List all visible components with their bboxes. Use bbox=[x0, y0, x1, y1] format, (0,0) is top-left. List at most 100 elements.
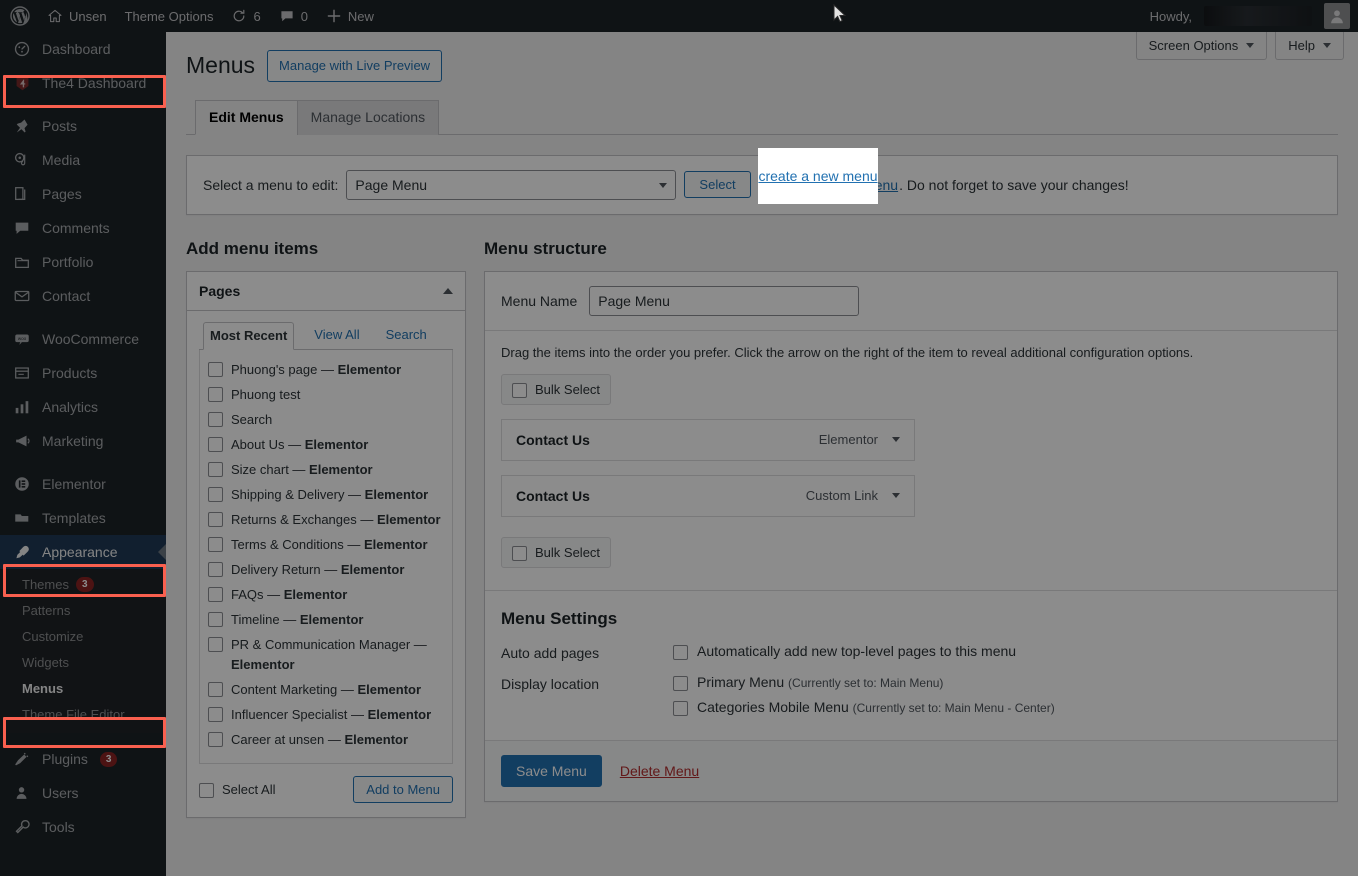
page-checkbox-row[interactable]: Phuong test bbox=[208, 385, 444, 405]
page-label: About Us — Elementor bbox=[231, 436, 369, 452]
bulk-select-bottom-checkbox[interactable] bbox=[512, 545, 527, 561]
sidebar-subitem-menus[interactable]: Menus bbox=[0, 675, 166, 701]
sidebar-item-media[interactable]: Media bbox=[0, 143, 166, 177]
bulk-select-top-checkbox[interactable] bbox=[512, 382, 527, 398]
page-checkbox-row[interactable]: Search bbox=[208, 410, 444, 430]
help-button[interactable]: Help bbox=[1275, 32, 1344, 60]
page-checkbox[interactable] bbox=[208, 486, 223, 502]
menu-select-dropdown[interactable]: Page Menu bbox=[346, 169, 677, 200]
my-account-button[interactable]: Howdy, bbox=[1141, 0, 1350, 32]
page-checkbox[interactable] bbox=[208, 386, 223, 402]
select-menu-button[interactable]: Select bbox=[684, 171, 751, 198]
page-checkbox-row[interactable]: Timeline — Elementor bbox=[208, 610, 444, 630]
sidebar-subitem-theme-file-editor[interactable]: Theme File Editor bbox=[0, 701, 166, 727]
page-checkbox-row[interactable]: Phuong's page — Elementor bbox=[208, 360, 444, 380]
select-all-group[interactable]: Select All bbox=[199, 781, 275, 798]
chevron-down-icon[interactable] bbox=[892, 437, 900, 442]
bulk-select-top-button[interactable]: Bulk Select bbox=[501, 373, 612, 405]
sidebar-subitem-widgets[interactable]: Widgets bbox=[0, 649, 166, 675]
page-checkbox-row[interactable]: Influencer Specialist — Elementor bbox=[208, 705, 444, 725]
page-checkbox[interactable] bbox=[208, 436, 223, 452]
sidebar-subitem-customize[interactable]: Customize bbox=[0, 623, 166, 649]
page-checkbox-row[interactable]: FAQs — Elementor bbox=[208, 585, 444, 605]
display-location-checkbox[interactable] bbox=[673, 675, 688, 691]
sidebar-item-comments[interactable]: Comments bbox=[0, 211, 166, 245]
page-checkbox-row[interactable]: Returns & Exchanges — Elementor bbox=[208, 510, 444, 530]
sidebar-item-portfolio[interactable]: Portfolio bbox=[0, 245, 166, 279]
sidebar-item-marketing[interactable]: Marketing bbox=[0, 424, 166, 458]
sidebar-item-dashboard[interactable]: Dashboard bbox=[0, 32, 166, 66]
updates-button[interactable]: 6 bbox=[222, 0, 269, 32]
sidebar-item-elementor[interactable]: Elementor bbox=[0, 467, 166, 501]
sidebar-item-products[interactable]: Products bbox=[0, 356, 166, 390]
sidebar-item-woocommerce[interactable]: woo WooCommerce bbox=[0, 322, 166, 356]
chevron-down-icon[interactable] bbox=[892, 493, 900, 498]
tab-most-recent[interactable]: Most Recent bbox=[203, 321, 295, 350]
sidebar-subitem-themes[interactable]: Themes 3 bbox=[0, 571, 166, 597]
new-content-button[interactable]: New bbox=[317, 0, 383, 32]
page-checkbox[interactable] bbox=[208, 731, 223, 747]
page-checkbox-row[interactable]: Delivery Return — Elementor bbox=[208, 560, 444, 580]
create-new-menu-link[interactable]: create a new menu bbox=[779, 177, 898, 193]
sidebar-item-analytics[interactable]: Analytics bbox=[0, 390, 166, 424]
sidebar-item-label: Comments bbox=[42, 220, 110, 236]
sidebar-subitem-label: Customize bbox=[22, 628, 84, 644]
comments-button[interactable]: 0 bbox=[270, 0, 317, 32]
bulk-select-bottom-button[interactable]: Bulk Select bbox=[501, 536, 612, 568]
page-checkbox-row[interactable]: Terms & Conditions — Elementor bbox=[208, 535, 444, 555]
sidebar-item-plugins[interactable]: Plugins 3 bbox=[0, 742, 166, 776]
tab-view-all[interactable]: View All bbox=[308, 322, 365, 350]
add-to-menu-button[interactable]: Add to Menu bbox=[353, 775, 453, 803]
page-checkbox[interactable] bbox=[208, 706, 223, 722]
page-checkbox[interactable] bbox=[208, 611, 223, 627]
sidebar-item-tools[interactable]: Tools bbox=[0, 810, 166, 844]
page-checkbox[interactable] bbox=[208, 586, 223, 602]
sidebar-item-appearance[interactable]: Appearance bbox=[0, 535, 166, 569]
select-all-checkbox[interactable] bbox=[199, 782, 214, 798]
menu-name-input[interactable] bbox=[589, 285, 860, 316]
envelope-icon bbox=[12, 287, 32, 305]
menu-item-row[interactable]: Contact Us Custom Link bbox=[501, 474, 915, 517]
page-checkbox-row[interactable]: Size chart — Elementor bbox=[208, 460, 444, 480]
sidebar-item-label: Portfolio bbox=[42, 254, 94, 270]
page-checkbox-row[interactable]: Content Marketing — Elementor bbox=[208, 680, 444, 700]
sidebar-item-templates[interactable]: Templates bbox=[0, 501, 166, 535]
auto-add-checkbox[interactable] bbox=[673, 644, 688, 660]
page-checkbox[interactable] bbox=[208, 411, 223, 427]
page-checkbox-row[interactable]: PR & Communication Manager — Elementor bbox=[208, 635, 444, 675]
wordpress-logo-button[interactable] bbox=[0, 0, 38, 32]
site-name-button[interactable]: Unsen bbox=[38, 0, 116, 32]
auto-add-option[interactable]: Automatically add new top-level pages to… bbox=[673, 643, 1016, 660]
page-checkbox-row[interactable]: About Us — Elementor bbox=[208, 435, 444, 455]
tab-edit-menus[interactable]: Edit Menus bbox=[195, 99, 298, 135]
manage-with-live-preview-button[interactable]: Manage with Live Preview bbox=[267, 50, 443, 82]
page-checkbox[interactable] bbox=[208, 636, 223, 652]
sidebar-item-label: Plugins bbox=[42, 751, 88, 767]
display-location-checkbox[interactable] bbox=[673, 700, 688, 716]
page-checkbox-row[interactable]: Career at unsen — Elementor bbox=[208, 730, 444, 750]
page-checkbox[interactable] bbox=[208, 681, 223, 697]
sidebar-item-posts[interactable]: Posts bbox=[0, 109, 166, 143]
chevron-up-icon[interactable] bbox=[443, 287, 453, 294]
sidebar-item-pages[interactable]: Pages bbox=[0, 177, 166, 211]
menu-item-row[interactable]: Contact Us Elementor bbox=[501, 418, 915, 461]
page-checkbox-row[interactable]: Shipping & Delivery — Elementor bbox=[208, 485, 444, 505]
page-checkbox[interactable] bbox=[208, 511, 223, 527]
theme-options-button[interactable]: Theme Options bbox=[116, 0, 223, 32]
screen-options-button[interactable]: Screen Options bbox=[1135, 32, 1268, 60]
sidebar-item-the4-dashboard[interactable]: The4 Dashboard bbox=[0, 66, 166, 100]
delete-menu-link[interactable]: Delete Menu bbox=[620, 763, 699, 779]
pages-accordion-header[interactable]: Pages bbox=[187, 272, 465, 311]
page-checkbox[interactable] bbox=[208, 561, 223, 577]
sidebar-subitem-patterns[interactable]: Patterns bbox=[0, 597, 166, 623]
sidebar-item-users[interactable]: Users bbox=[0, 776, 166, 810]
tab-search[interactable]: Search bbox=[380, 322, 433, 350]
page-checkbox[interactable] bbox=[208, 536, 223, 552]
tab-manage-locations[interactable]: Manage Locations bbox=[296, 99, 440, 135]
display-location-option[interactable]: Primary Menu (Currently set to: Main Men… bbox=[673, 674, 1055, 691]
display-location-option[interactable]: Categories Mobile Menu (Currently set to… bbox=[673, 699, 1055, 716]
page-checkbox[interactable] bbox=[208, 461, 223, 477]
save-menu-button[interactable]: Save Menu bbox=[501, 754, 602, 787]
sidebar-item-contact[interactable]: Contact bbox=[0, 279, 166, 313]
page-checkbox[interactable] bbox=[208, 361, 223, 377]
